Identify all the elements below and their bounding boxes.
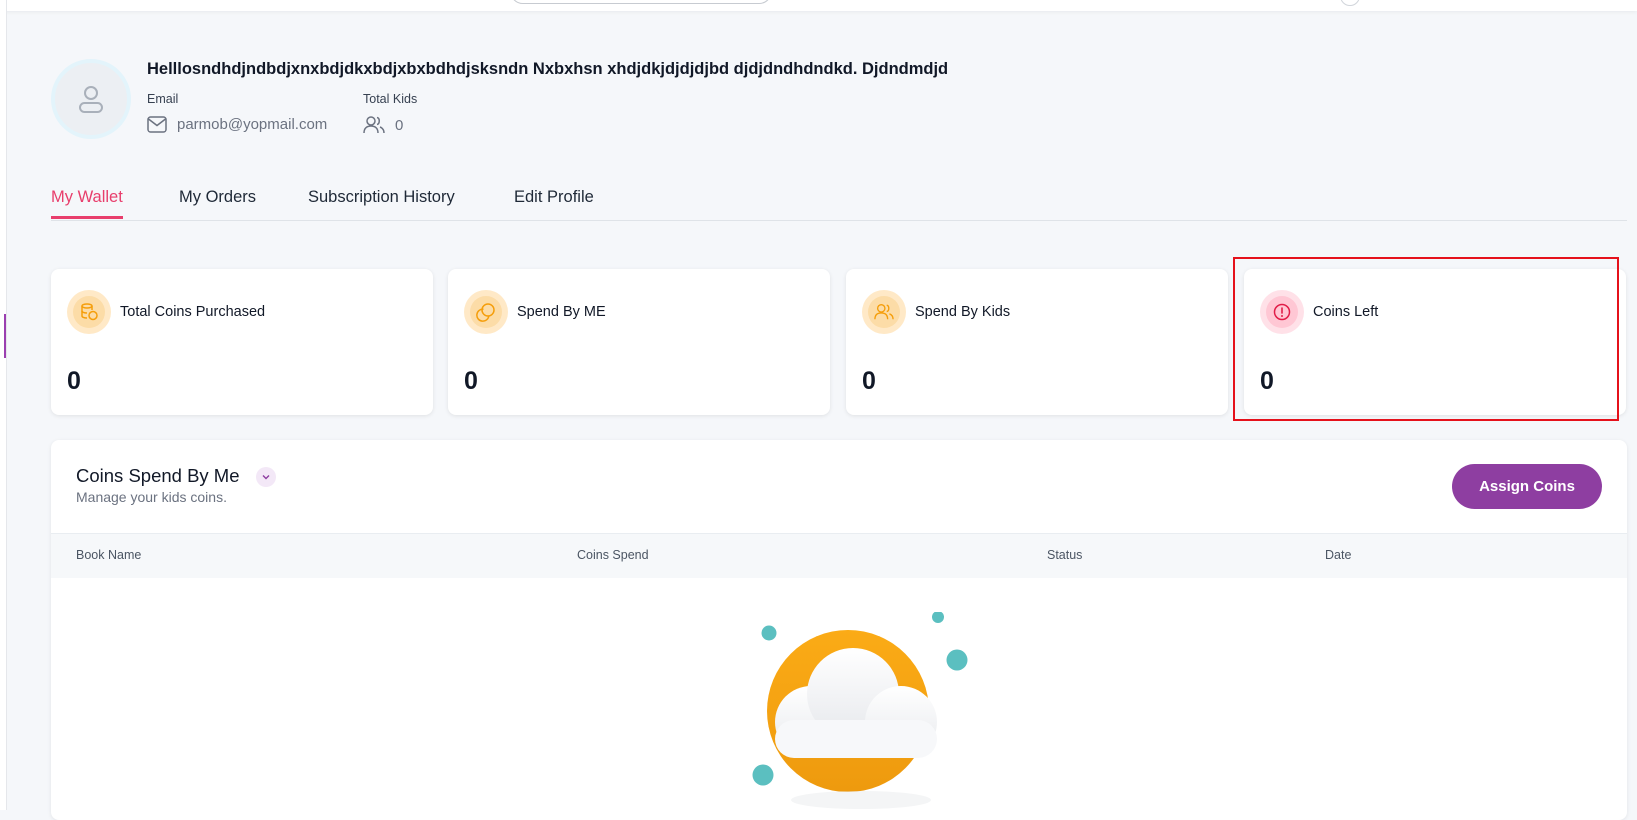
stat-value: 0 bbox=[67, 367, 81, 395]
search-input[interactable] bbox=[510, 0, 772, 4]
users-icon bbox=[363, 116, 385, 134]
alert-circle-icon bbox=[1273, 303, 1291, 321]
tab-edit-profile[interactable]: Edit Profile bbox=[514, 188, 594, 216]
user-icon bbox=[79, 86, 103, 113]
stat-card-coins-left: Coins Left 0 bbox=[1244, 269, 1626, 415]
email-value: parmob@yopmail.com bbox=[177, 116, 328, 133]
mail-icon bbox=[147, 116, 167, 133]
email-label: Email bbox=[147, 92, 179, 106]
empty-state-illustration bbox=[752, 612, 968, 809]
stat-value: 0 bbox=[1260, 367, 1274, 395]
column-header-date: Date bbox=[1325, 548, 1352, 562]
stat-card-spend-by-kids: Spend By Kids 0 bbox=[846, 269, 1228, 415]
email-field: parmob@yopmail.com bbox=[147, 116, 327, 133]
left-sidebar bbox=[0, 0, 7, 810]
column-header-status: Status bbox=[1047, 548, 1083, 562]
stat-title: Spend By ME bbox=[517, 304, 606, 320]
stat-title: Coins Left bbox=[1313, 304, 1379, 320]
coins-icon bbox=[476, 303, 495, 322]
stat-card-spend-by-me: Spend By ME 0 bbox=[448, 269, 830, 415]
user-avatar[interactable] bbox=[1340, 0, 1360, 6]
panel-dropdown-button[interactable] bbox=[256, 467, 276, 487]
users-icon bbox=[874, 304, 894, 320]
column-header-book-name: Book Name bbox=[76, 548, 142, 562]
tab-my-orders[interactable]: My Orders bbox=[179, 188, 256, 216]
avatar bbox=[51, 59, 131, 139]
coins-spend-panel: Coins Spend By Me Manage your kids coins… bbox=[51, 440, 1627, 820]
profile-tabs: My Wallet My Orders Subscription History… bbox=[51, 186, 1627, 221]
total-kids-value: 0 bbox=[395, 116, 404, 134]
stat-value: 0 bbox=[464, 367, 478, 395]
stat-title: Total Coins Purchased bbox=[120, 304, 266, 320]
panel-subtitle: Manage your kids coins. bbox=[76, 489, 227, 505]
stat-value: 0 bbox=[862, 367, 876, 395]
chevron-down-icon bbox=[262, 475, 270, 480]
assign-coins-button[interactable]: Assign Coins bbox=[1452, 464, 1602, 509]
coins-stack-icon bbox=[81, 303, 98, 321]
tab-subscription-history[interactable]: Subscription History bbox=[308, 188, 455, 216]
stat-title: Spend By Kids bbox=[915, 304, 1011, 320]
dot bbox=[761, 625, 777, 641]
total-kids-field: 0 bbox=[363, 116, 403, 134]
profile-name: Helllosndhdjndbdjxnxbdjdkxbdjxbxbdhdjsks… bbox=[147, 60, 949, 78]
dot bbox=[946, 649, 968, 671]
column-header-coins-spend: Coins Spend bbox=[577, 548, 649, 562]
dot bbox=[932, 612, 944, 623]
panel-title: Coins Spend By Me bbox=[76, 465, 240, 486]
tab-my-wallet[interactable]: My Wallet bbox=[51, 188, 123, 219]
sidebar-active-marker bbox=[4, 314, 6, 358]
dot bbox=[752, 764, 774, 786]
top-bar bbox=[0, 0, 1637, 11]
table-header: Book Name Coins Spend Status Date bbox=[51, 533, 1627, 578]
stat-card-total-coins: Total Coins Purchased 0 bbox=[51, 269, 433, 415]
total-kids-label: Total Kids bbox=[363, 92, 418, 106]
